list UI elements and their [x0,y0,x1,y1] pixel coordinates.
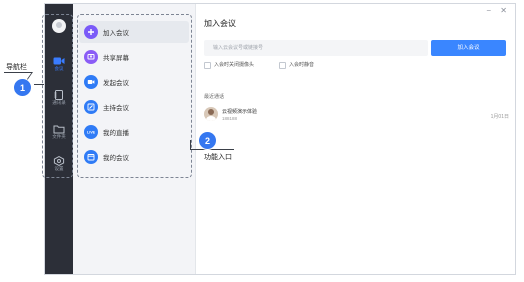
checkbox-label: 入会时关闭摄像头 [214,62,255,68]
function-menu-badge: 2 [198,131,217,150]
nav-bar-callout-label: 导航栏 [6,64,27,71]
recent-call-id: 188188 [222,116,238,121]
nav-bar-highlight [42,14,73,178]
close-button[interactable]: ✕ [500,7,507,15]
minimize-button[interactable]: − [486,7,491,15]
callout-line [34,84,44,85]
checkbox-box [279,62,286,69]
contact-avatar [204,107,218,121]
callout-line [4,72,32,73]
callout-line [190,149,234,150]
mute-on-join-checkbox[interactable]: 入会时静音 [279,61,339,69]
join-meeting-panel: − ✕ 加入会议 输入云会议号或链接号 加入会议 入会时关闭摄像头 入会时静音 … [196,4,515,274]
function-menu-highlight [77,14,192,178]
join-meeting-button[interactable]: 加入会议 [431,40,506,56]
recent-call-date: 1月01日 [490,114,509,120]
recent-calls-heading: 最近通话 [204,94,225,100]
checkbox-label: 入会时静音 [289,62,315,68]
meeting-id-input[interactable]: 输入云会议号或链接号 [204,40,428,56]
nav-bar-badge: 1 [13,78,32,97]
function-menu-callout-label: 功能入口 [204,154,232,161]
camera-off-checkbox[interactable]: 入会时关闭摄像头 [204,61,284,69]
recent-call-name: 云视频演示体验 [222,109,258,115]
checkbox-box [204,62,211,69]
page-title: 加入会议 [204,19,236,28]
